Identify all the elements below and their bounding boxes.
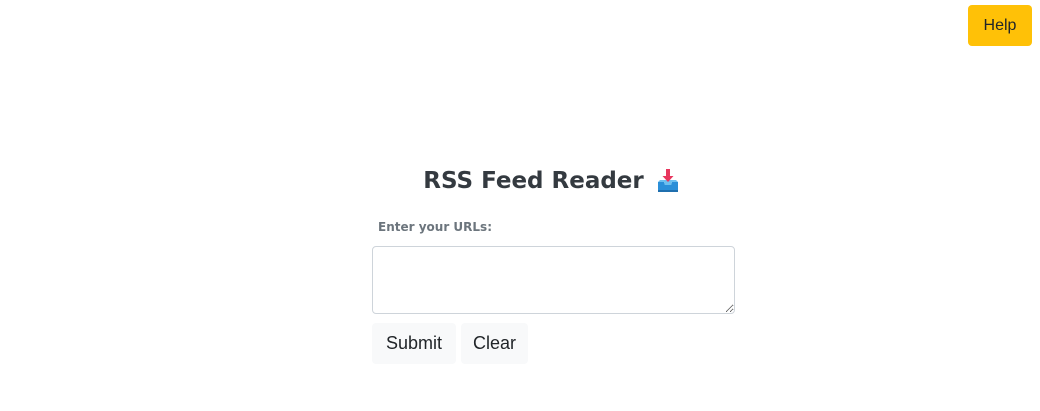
title-row: RSS Feed Reader — [0, 162, 1040, 200]
submit-button[interactable]: Submit — [372, 323, 456, 364]
clear-button[interactable]: Clear — [461, 323, 528, 364]
inbox-tray-icon — [656, 168, 680, 194]
page-title: RSS Feed Reader — [423, 168, 644, 194]
url-input-label: Enter your URLs: — [378, 220, 492, 234]
url-input[interactable] — [372, 246, 735, 314]
help-button[interactable]: Help — [968, 5, 1032, 46]
page: Help RSS Feed Reader Enter your URLs: Su… — [0, 0, 1040, 411]
